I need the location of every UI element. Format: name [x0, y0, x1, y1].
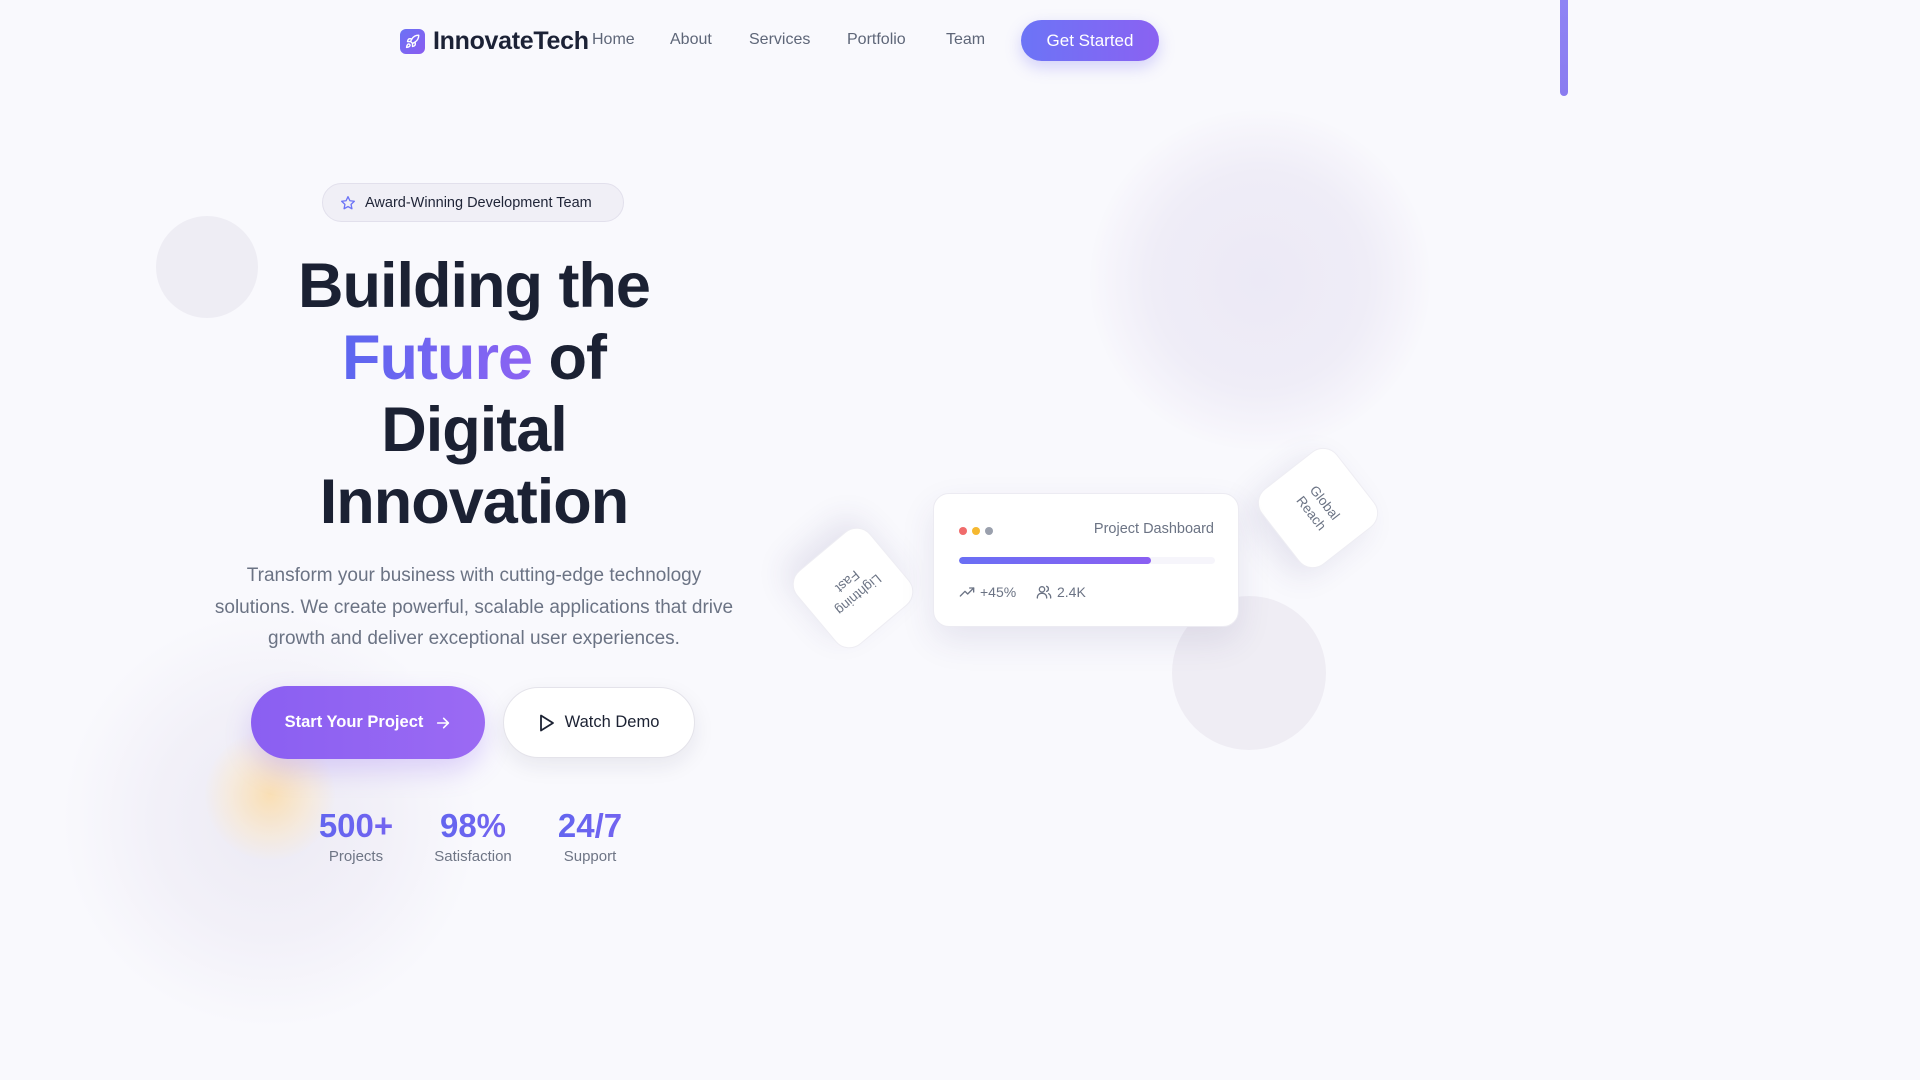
growth-stat: +45% [959, 584, 1016, 600]
growth-value: +45% [980, 584, 1017, 600]
headline-accent-word: Future [342, 323, 533, 393]
users-stat: 2.4K [1036, 584, 1086, 600]
progress-bar-fill [959, 557, 1151, 564]
stat-support: 24/7 Support [530, 806, 650, 865]
stat-satisfaction: 98% Satisfaction [413, 806, 533, 865]
nav-link-services[interactable]: Services [749, 31, 810, 49]
stat-label: Support [563, 848, 617, 865]
progress-bar [959, 557, 1215, 564]
stat-value: 24/7 [530, 806, 650, 846]
nav-link-team[interactable]: Team [946, 31, 985, 49]
top-navigation: InnovateTech Home About Services Portfol… [400, 20, 1160, 62]
window-dot-gray [985, 527, 993, 535]
start-project-button[interactable]: Start Your Project [251, 686, 485, 759]
global-reach-chip: Global Reach [1250, 440, 1386, 576]
headline-line-2-rest: of [532, 323, 607, 393]
hero-headline: Building the Future of Digital Innovatio… [214, 250, 734, 538]
nav-link-home[interactable]: Home [592, 31, 635, 49]
get-started-button[interactable]: Get Started [1021, 20, 1159, 61]
trending-up-icon [959, 587, 975, 597]
watch-demo-label: Watch Demo [564, 713, 660, 731]
award-badge: Award-Winning Development Team [322, 183, 624, 222]
stat-projects: 500+ Projects [296, 806, 416, 865]
star-icon [341, 195, 355, 209]
badge-text: Award-Winning Development Team [365, 194, 592, 211]
headline-line-1: Building the [298, 251, 651, 321]
nav-link-about[interactable]: About [670, 31, 712, 49]
start-project-label: Start Your Project [284, 713, 424, 731]
hero-subtext: Transform your business with cutting-edg… [214, 565, 734, 649]
nav-link-portfolio[interactable]: Portfolio [847, 31, 906, 49]
headline-line-4: Innovation [319, 467, 629, 537]
stat-value: 500+ [296, 806, 416, 846]
window-dot-red [959, 527, 967, 535]
brand-name: InnovateTech [433, 27, 589, 55]
dashboard-title: Project Dashboard [1093, 521, 1214, 537]
background-glow-top-right [1090, 110, 1430, 450]
users-icon [1036, 585, 1052, 599]
headline-line-3: Digital [381, 395, 568, 465]
users-value: 2.4K [1057, 584, 1086, 600]
arrow-right-icon [437, 717, 450, 728]
scrollbar-thumb[interactable] [1560, 0, 1568, 96]
brand-logo-link[interactable]: InnovateTech [400, 27, 589, 56]
window-dot-yellow [972, 527, 980, 535]
stat-value: 98% [413, 806, 533, 846]
stat-label: Projects [328, 848, 384, 865]
watch-demo-button[interactable]: Watch Demo [503, 687, 695, 758]
play-icon [539, 714, 554, 731]
lightning-fast-chip: Lightning Fast [785, 520, 921, 656]
stat-label: Satisfaction [434, 848, 512, 865]
rocket-icon [400, 29, 425, 54]
project-dashboard-card: Project Dashboard +45% 2.4K [933, 493, 1239, 627]
